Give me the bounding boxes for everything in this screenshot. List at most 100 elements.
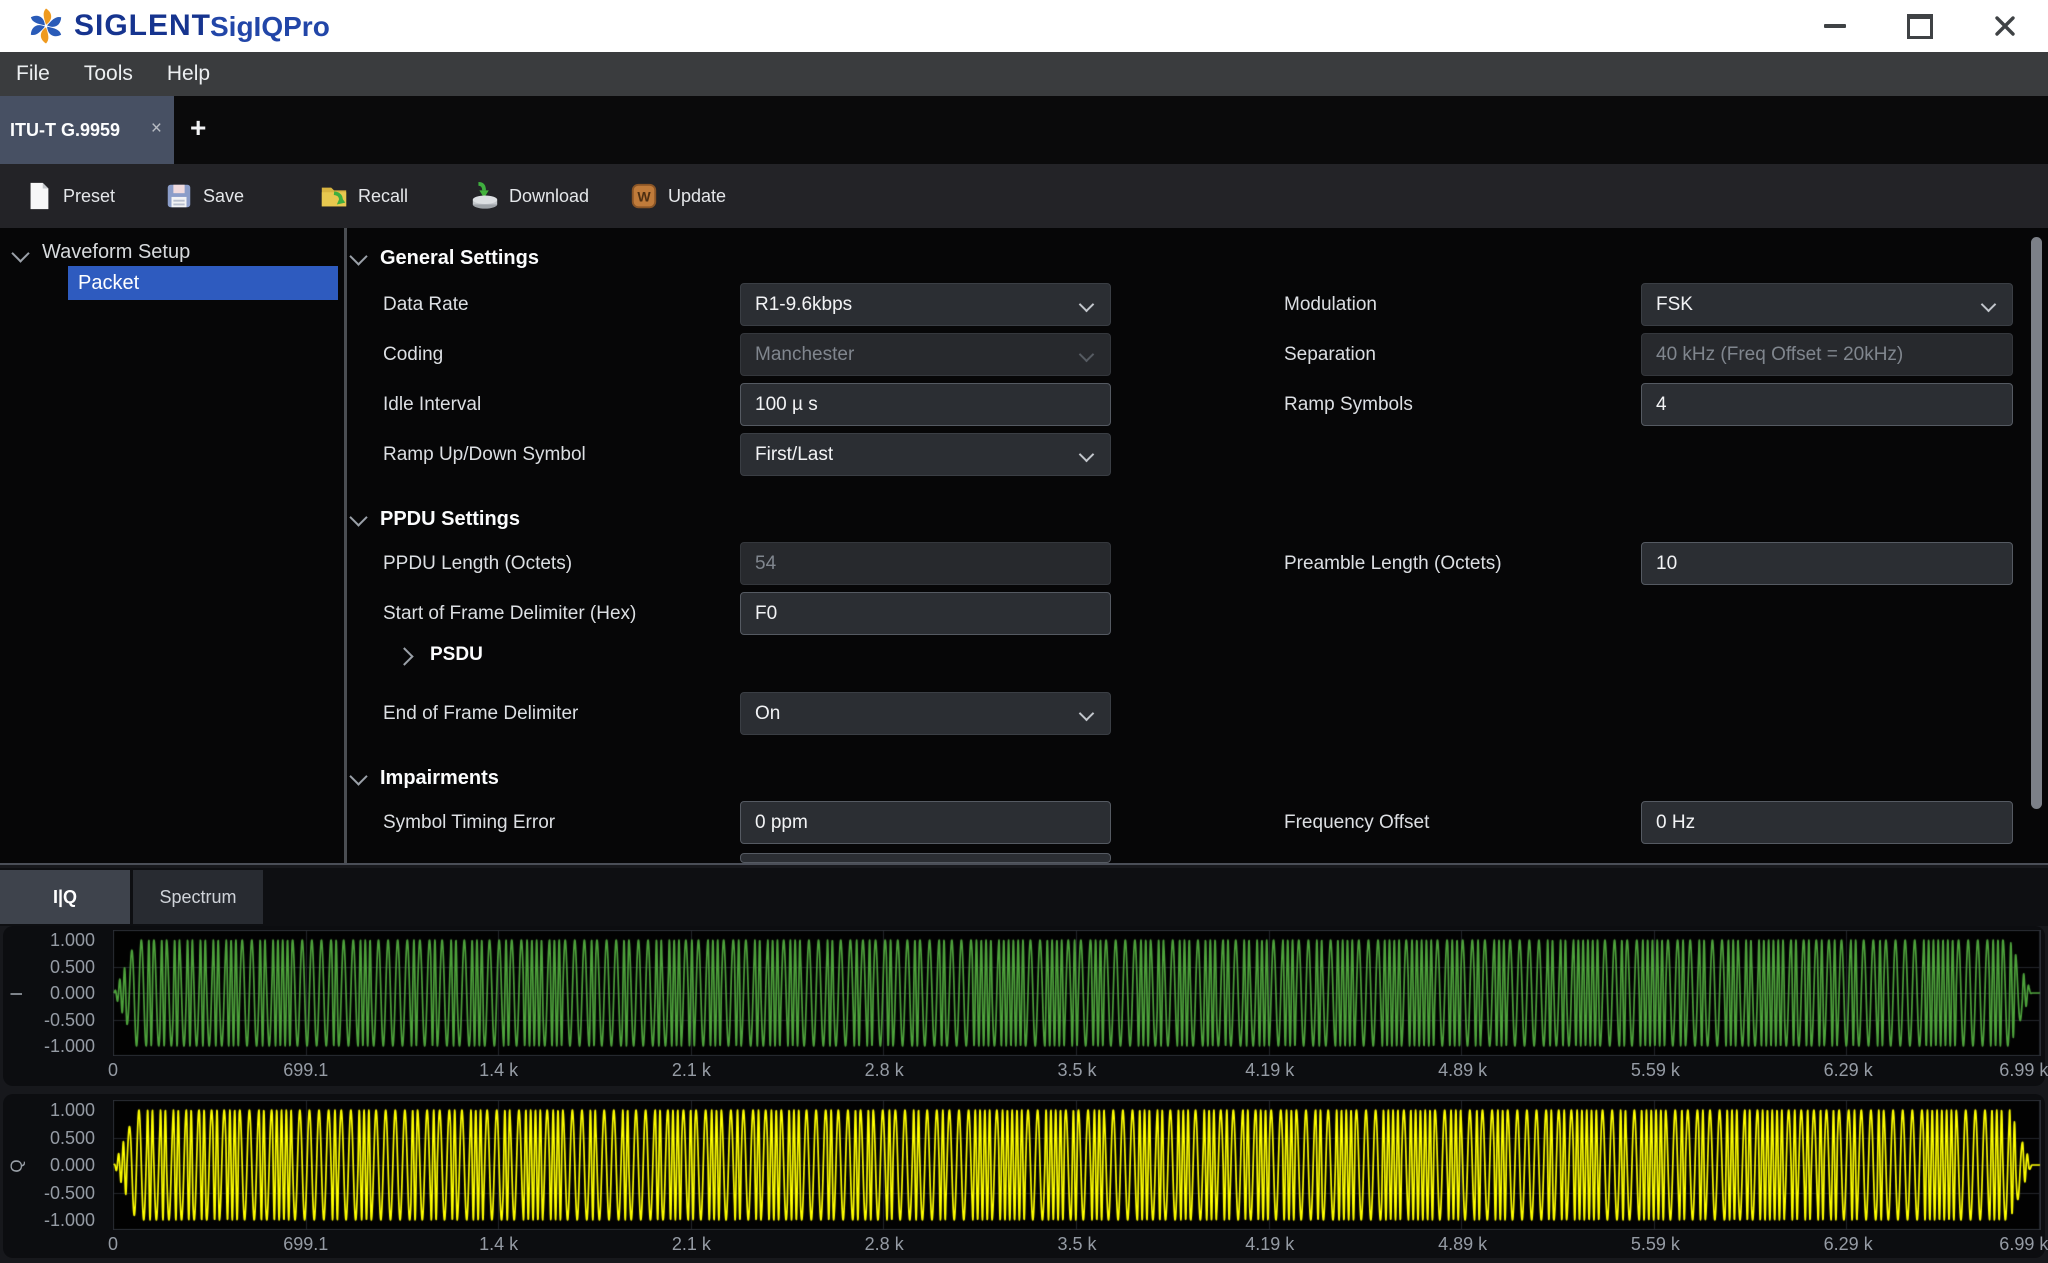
toolbar-label: Preset xyxy=(63,186,115,207)
maximize-button[interactable] xyxy=(1885,0,1955,52)
menu-tools[interactable]: Tools xyxy=(84,62,133,86)
section-general-settings[interactable]: General Settings xyxy=(380,244,539,272)
data-rate-label: Data Rate xyxy=(383,283,469,326)
coding-label: Coding xyxy=(383,333,443,376)
menu-help[interactable]: Help xyxy=(167,62,210,86)
ramp-symbols-field[interactable]: 4 xyxy=(1641,383,2013,426)
maximize-icon xyxy=(1907,14,1933,39)
sidebar-item-waveform-setup[interactable]: Waveform Setup xyxy=(42,238,190,266)
siglent-logo-icon xyxy=(26,6,66,46)
separation-field: 40 kHz (Freq Offset = 20kHz) xyxy=(1641,333,2013,376)
preamble-length-value: 10 xyxy=(1656,553,1677,574)
i-waveform-canvas xyxy=(113,930,2041,1056)
toolbar-label: Save xyxy=(203,186,244,207)
menu-file[interactable]: File xyxy=(16,62,50,86)
ramp-updown-select[interactable]: First/Last xyxy=(740,433,1111,476)
titlebar: SIGLENT SigIQPro xyxy=(0,0,2048,52)
toolbar-label: Update xyxy=(668,186,726,207)
tab-label: ITU-T G.9959 xyxy=(10,96,120,164)
chevron-down-icon xyxy=(352,511,365,524)
section-ppdu-settings[interactable]: PPDU Settings xyxy=(380,505,520,533)
waveform-preview-panel: I|Q Spectrum I 1.0000.5000.000-0.500-1.0… xyxy=(0,863,2048,1263)
tab-spectrum[interactable]: Spectrum xyxy=(133,870,263,924)
download-button[interactable]: Download xyxy=(470,164,589,228)
ramp-symbols-value: 4 xyxy=(1656,394,1667,415)
q-y-axis-ticks: 1.0000.5000.000-0.500-1.000 xyxy=(3,1100,103,1230)
preset-button[interactable]: Preset xyxy=(24,164,115,228)
chevron-down-icon xyxy=(1079,447,1095,463)
ramp-updown-label: Ramp Up/Down Symbol xyxy=(383,433,586,476)
drive-download-icon xyxy=(470,181,500,211)
tabbar: ITU-T G.9959 × + xyxy=(0,96,2048,164)
toolbar: Preset Save Recall Download xyxy=(0,164,2048,228)
i-waveform-chart: I 1.0000.5000.000-0.500-1.000 0699.11.4 … xyxy=(3,926,2045,1086)
ramp-symbols-label: Ramp Symbols xyxy=(1284,383,1413,426)
svg-text:W: W xyxy=(637,189,651,205)
sfd-value: F0 xyxy=(755,603,777,624)
psdu-expander[interactable]: PSDU xyxy=(430,641,483,669)
minimize-button[interactable] xyxy=(1800,0,1870,52)
app-title: SigIQPro xyxy=(210,11,330,43)
recall-button[interactable]: Recall xyxy=(319,164,408,228)
i-x-axis-ticks: 0699.11.4 k2.1 k2.8 k3.5 k4.19 k4.89 k5.… xyxy=(113,1058,2041,1082)
data-rate-select[interactable]: R1-9.6kbps xyxy=(740,283,1111,326)
tab-itu-t-g9959[interactable]: ITU-T G.9959 × xyxy=(0,96,174,164)
modulation-value: FSK xyxy=(1656,294,1693,315)
close-icon xyxy=(1994,15,2016,37)
chevron-down-icon xyxy=(1079,706,1095,722)
q-x-axis-ticks: 0699.11.4 k2.1 k2.8 k3.5 k4.19 k4.89 k5.… xyxy=(113,1232,2041,1256)
eof-delimiter-value: On xyxy=(755,703,780,724)
floppy-icon xyxy=(164,181,194,211)
folder-recall-icon xyxy=(319,181,349,211)
update-box-icon: W xyxy=(629,181,659,211)
eof-delimiter-select[interactable]: On xyxy=(740,692,1111,735)
update-button[interactable]: W Update xyxy=(629,164,726,228)
q-waveform-canvas xyxy=(113,1100,2041,1230)
separation-value: 40 kHz (Freq Offset = 20kHz) xyxy=(1656,344,1903,365)
i-y-axis-ticks: 1.0000.5000.000-0.500-1.000 xyxy=(3,930,103,1056)
toolbar-label: Download xyxy=(509,186,589,207)
menubar: File Tools Help xyxy=(0,52,2048,96)
toolbar-label: Recall xyxy=(358,186,408,207)
data-rate-value: R1-9.6kbps xyxy=(755,294,852,315)
symbol-timing-error-label: Symbol Timing Error xyxy=(383,801,555,844)
sfd-field[interactable]: F0 xyxy=(740,592,1111,635)
preamble-length-label: Preamble Length (Octets) xyxy=(1284,542,1502,585)
ramp-updown-value: First/Last xyxy=(755,444,833,465)
eof-delimiter-label: End of Frame Delimiter xyxy=(383,692,578,735)
sidebar-item-packet[interactable]: Packet xyxy=(68,266,338,300)
section-impairments[interactable]: Impairments xyxy=(380,764,499,792)
chevron-down-icon xyxy=(14,247,27,260)
chevron-right-icon xyxy=(398,650,411,663)
frequency-offset-label: Frequency Offset xyxy=(1284,801,1429,844)
chevron-down-icon xyxy=(1079,347,1095,363)
tab-close-icon[interactable]: × xyxy=(151,96,162,162)
close-button[interactable] xyxy=(1970,0,2040,52)
panel-divider xyxy=(344,228,347,863)
ppdu-length-value: 54 xyxy=(755,553,776,574)
coding-select: Manchester xyxy=(740,333,1111,376)
chevron-down-icon xyxy=(1981,297,1997,313)
save-button[interactable]: Save xyxy=(164,164,244,228)
minimize-icon xyxy=(1824,24,1846,28)
symbol-timing-error-value: 0 ppm xyxy=(755,812,808,833)
ppdu-length-label: PPDU Length (Octets) xyxy=(383,542,572,585)
clipped-next-field xyxy=(740,853,1111,863)
symbol-timing-error-field[interactable]: 0 ppm xyxy=(740,801,1111,844)
q-waveform-chart: Q 1.0000.5000.000-0.500-1.000 0699.11.4 … xyxy=(3,1094,2045,1258)
idle-interval-field[interactable]: 100 µ s xyxy=(740,383,1111,426)
document-icon xyxy=(24,181,54,211)
coding-value: Manchester xyxy=(755,344,854,365)
brand-siglent: SIGLENT xyxy=(74,9,211,43)
chevron-down-icon xyxy=(1079,297,1095,313)
sfd-label: Start of Frame Delimiter (Hex) xyxy=(383,592,636,635)
scrollbar-thumb[interactable] xyxy=(2031,237,2042,809)
modulation-label: Modulation xyxy=(1284,283,1377,326)
idle-interval-value: 100 µ s xyxy=(755,394,818,415)
modulation-select[interactable]: FSK xyxy=(1641,283,2013,326)
frequency-offset-field[interactable]: 0 Hz xyxy=(1641,801,2013,844)
preamble-length-field[interactable]: 10 xyxy=(1641,542,2013,585)
new-tab-button[interactable]: + xyxy=(190,96,206,160)
tab-iq[interactable]: I|Q xyxy=(0,870,130,924)
ppdu-length-field: 54 xyxy=(740,542,1111,585)
